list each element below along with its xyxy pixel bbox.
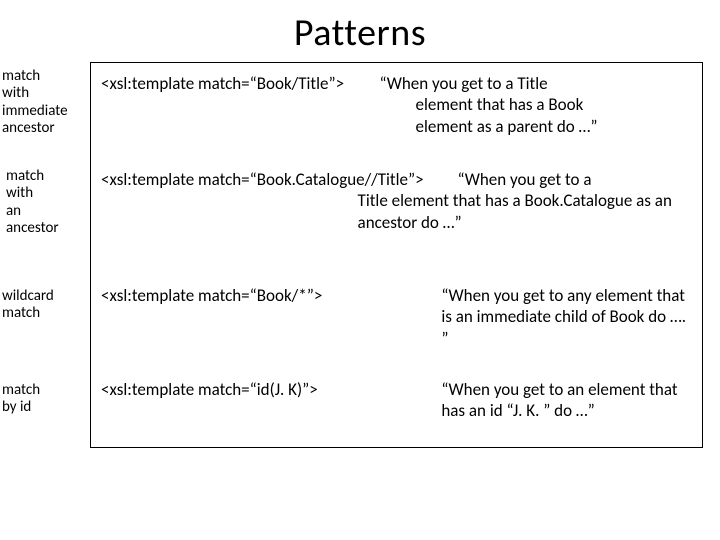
slide: Patterns match with immediate ancestor m… xyxy=(0,0,720,540)
label-word: match xyxy=(2,68,90,85)
desc-line: element as a parent do …” xyxy=(380,116,692,137)
label-word: wildcard xyxy=(2,288,90,305)
label-word: ancestor xyxy=(6,220,90,237)
label-word: an xyxy=(6,203,90,220)
label-word: by id xyxy=(2,399,90,416)
label-wildcard: wildcard match xyxy=(2,288,90,382)
content-area: match with immediate ancestor match with… xyxy=(0,62,720,448)
table-row: <xsl:template match=“Book/Title”> “When … xyxy=(91,63,702,159)
description: “When you get to a Title element that ha… xyxy=(430,159,702,243)
table-row: <xsl:template match=“Book.Catalogue//Tit… xyxy=(91,159,702,275)
xsl-code: <xsl:template match=“Book/*”> xyxy=(91,275,437,316)
xsl-code: <xsl:template match=“Book/Title”> xyxy=(91,63,376,104)
label-word: match xyxy=(2,382,90,399)
desc-line: element that has a Book xyxy=(380,94,692,115)
page-title: Patterns xyxy=(0,0,720,62)
label-word: with xyxy=(6,185,90,202)
label-word: match xyxy=(2,305,90,322)
label-any-ancestor: match with an ancestor xyxy=(2,168,90,288)
label-immediate-ancestor: match with immediate ancestor xyxy=(2,68,90,168)
label-word: match xyxy=(6,168,90,185)
label-word: with xyxy=(2,85,90,102)
xsl-code: <xsl:template match=“id(J. K)”> xyxy=(91,369,437,410)
label-column: match with immediate ancestor match with… xyxy=(0,62,90,448)
desc-line: “When you get to a xyxy=(448,169,592,190)
description: “When you get to any element that is an … xyxy=(437,275,702,359)
description: “When you get to a Title element that ha… xyxy=(376,63,702,147)
description: “When you get to an element that has an … xyxy=(437,369,702,432)
label-word: ancestor xyxy=(2,120,90,137)
table-row: <xsl:template match=“Book/*”> “When you … xyxy=(91,275,702,369)
label-word: immediate xyxy=(2,103,90,120)
table-row: <xsl:template match=“id(J. K)”> “When yo… xyxy=(91,369,702,447)
desc-line: “When you get to a Title xyxy=(380,73,548,94)
pattern-table: <xsl:template match=“Book/Title”> “When … xyxy=(90,62,703,448)
label-by-id: match by id xyxy=(2,382,90,417)
desc-line: Title element that has a Book.Catalogue … xyxy=(358,190,688,233)
